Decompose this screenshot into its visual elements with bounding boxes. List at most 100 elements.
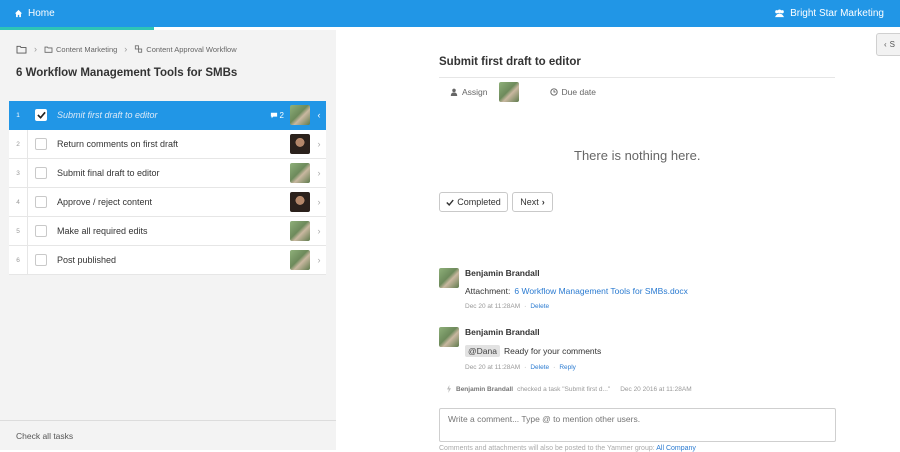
task-checkbox[interactable] <box>35 138 47 150</box>
assignee-avatar[interactable] <box>290 134 310 154</box>
task-number: 1 <box>9 101 28 129</box>
due-date-label: Due date <box>561 87 597 97</box>
comment-author: Benjamin Brandall <box>465 268 540 278</box>
task-checkbox[interactable] <box>35 225 47 237</box>
collapse-label: S <box>889 40 896 49</box>
reply-link[interactable]: Reply <box>559 364 576 371</box>
task-number: 3 <box>9 159 28 187</box>
check-icon <box>36 111 46 119</box>
assignee-avatar[interactable] <box>498 82 519 102</box>
activity-text: checked a task "Submit first d..." <box>517 385 611 393</box>
task-number: 4 <box>9 188 28 216</box>
comment-icon <box>270 112 277 118</box>
assign-label: Assign <box>462 87 488 97</box>
task-number: 5 <box>9 217 28 245</box>
assignee-avatar[interactable] <box>290 105 310 125</box>
workflow-title: 6 Workflow Management Tools for SMBs <box>16 67 238 79</box>
mention-tag[interactable]: @Dana <box>465 345 500 357</box>
comment-author: Benjamin Brandall <box>465 327 540 337</box>
comment-time: Dec 20 at 11:28AM <box>465 364 521 371</box>
org-switcher[interactable]: Bright Star Marketing <box>774 8 884 19</box>
assignee-avatar[interactable] <box>290 221 310 241</box>
next-button[interactable]: Next › <box>512 192 553 212</box>
chevron-right-icon: › <box>541 197 545 207</box>
task-row[interactable]: 1 Submit first draft to editor 2 ‹ <box>9 101 326 130</box>
task-number: 2 <box>9 130 28 158</box>
org-name: Bright Star Marketing <box>790 8 884 19</box>
chevron-right-icon[interactable]: › <box>314 197 324 207</box>
assignee-avatar[interactable] <box>290 250 310 270</box>
task-label: Post published <box>57 255 117 265</box>
collapse-panel-button[interactable]: ‹ S <box>876 33 900 56</box>
breadcrumb-workflow[interactable]: Content Approval Workflow <box>134 44 237 54</box>
task-checkbox[interactable] <box>35 254 47 266</box>
home-link[interactable]: Home <box>14 8 55 19</box>
task-row[interactable]: 4 Approve / reject content › <box>9 188 326 217</box>
chevron-left-icon[interactable]: ‹ <box>314 110 324 120</box>
user-icon <box>450 88 458 96</box>
task-label: Submit final draft to editor <box>57 168 160 178</box>
breadcrumb: › Content Marketing › Content Approval W… <box>16 44 237 54</box>
chevron-right-icon[interactable]: › <box>314 139 324 149</box>
activity-time: Dec 20 2016 at 11:28AM <box>620 385 692 393</box>
divider <box>439 77 835 78</box>
comment: Benjamin Brandall @Dana Ready for your c… <box>439 327 601 371</box>
comment-text: Attachment: 6 Workflow Management Tools … <box>465 286 688 296</box>
comment-body: Ready for your comments <box>503 346 602 356</box>
comment-count: 2 <box>279 110 284 120</box>
task-label: Make all required edits <box>57 226 148 236</box>
task-checkbox[interactable] <box>35 196 47 208</box>
chevron-right-icon[interactable]: › <box>314 226 324 236</box>
comment-meta: Dec 20 at 11:28AM · Delete <box>465 303 550 310</box>
breadcrumb-workflow-label: Content Approval Workflow <box>146 44 237 54</box>
due-date-button[interactable]: Due date <box>549 87 597 97</box>
comment-time: Dec 20 at 11:28AM <box>465 303 521 310</box>
completed-label: Completed <box>457 197 501 207</box>
yammer-group-link[interactable]: All Company <box>656 445 696 452</box>
breadcrumb-project[interactable]: Content Marketing <box>44 45 117 54</box>
assign-button[interactable]: Assign <box>450 87 488 97</box>
assign-row: Assign Due date <box>450 82 596 102</box>
comment-meta: Dec 20 at 11:28AM · Delete · Reply <box>465 364 576 371</box>
task-row[interactable]: 2 Return comments on first draft › <box>9 130 326 159</box>
comment-input[interactable] <box>439 408 836 442</box>
task-checkbox[interactable] <box>35 167 47 179</box>
activity-icon <box>447 385 451 393</box>
delete-link[interactable]: Delete <box>530 303 549 310</box>
task-row[interactable]: 6 Post published › <box>9 246 326 275</box>
chevron-right-icon: › <box>124 44 128 54</box>
activity-author: Benjamin Brandall <box>456 385 514 393</box>
task-checkbox[interactable] <box>35 109 47 121</box>
comment: Benjamin Brandall Attachment: 6 Workflow… <box>439 268 688 310</box>
comment-text: @Dana Ready for your comments <box>465 345 601 357</box>
empty-state: There is nothing here. <box>574 148 701 163</box>
attachment-prefix: Attachment: <box>465 286 511 296</box>
breadcrumb-project-label: Content Marketing <box>56 44 118 54</box>
commenter-avatar <box>439 327 459 347</box>
task-row[interactable]: 3 Submit final draft to editor › <box>9 159 326 188</box>
top-bar: Home Bright Star Marketing <box>0 0 900 27</box>
task-list: 1 Submit first draft to editor 2 ‹ 2 Ret… <box>9 101 326 275</box>
attachment-link[interactable]: 6 Workflow Management Tools for SMBs.doc… <box>514 286 688 296</box>
comment-count-badge[interactable]: 2 <box>270 111 284 120</box>
task-label: Approve / reject content <box>57 197 153 207</box>
clock-icon <box>549 88 558 96</box>
completed-button[interactable]: Completed <box>439 192 508 212</box>
home-label: Home <box>28 8 55 19</box>
task-label: Submit first draft to editor <box>57 110 158 120</box>
assignee-avatar[interactable] <box>290 192 310 212</box>
chevron-right-icon[interactable]: › <box>314 168 324 178</box>
chevron-right-icon: › <box>34 44 37 54</box>
chevron-right-icon[interactable]: › <box>314 255 324 265</box>
task-list-panel: › Content Marketing › Content Approval W… <box>0 30 336 450</box>
check-all-tasks[interactable]: Check all tasks <box>0 420 336 450</box>
folder-root-icon[interactable] <box>16 45 27 54</box>
check-icon <box>446 199 454 206</box>
task-row[interactable]: 5 Make all required edits › <box>9 217 326 246</box>
assignee-avatar[interactable] <box>290 163 310 183</box>
task-label: Return comments on first draft <box>57 139 179 149</box>
delete-link[interactable]: Delete <box>530 364 549 371</box>
workflow-icon <box>135 45 143 53</box>
task-number: 6 <box>9 246 28 274</box>
task-detail-title: Submit first draft to editor <box>439 56 581 68</box>
